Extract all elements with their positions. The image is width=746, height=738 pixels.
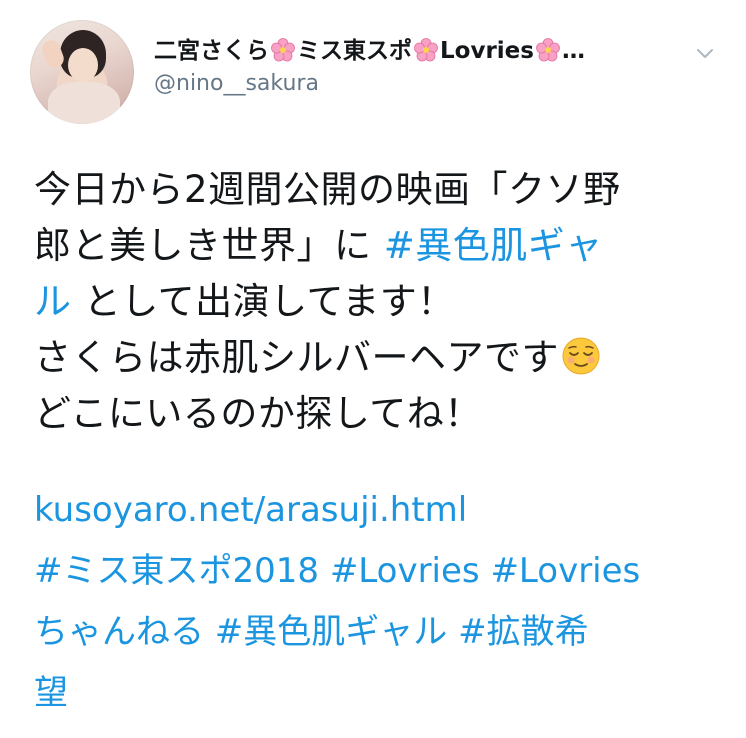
cherry-blossom-icon [271,38,295,62]
relieved-face-icon [562,337,600,375]
tweet-links: kusoyaro.net/arasuji.html #ミス東スポ2018 #Lo… [34,480,724,724]
tweet-card: 二宮さくら ミス東スポ Lovries … @nino__sakura 今日から… [0,0,746,738]
chevron-down-icon[interactable] [694,42,716,64]
cherry-blossom-icon [536,38,560,62]
display-name-part-3: Lovries [440,38,534,64]
tweet-header: 二宮さくら ミス東スポ Lovries … @nino__sakura [30,20,720,130]
hashtag-link[interactable]: #異色肌ギャ [384,224,603,267]
display-name-part-2: ミス東スポ [297,38,412,64]
tweet-text-segment: として出演してます！ [71,280,455,323]
tweet-text-segment: 今日から2週間公開の映画「クソ野 [34,168,621,211]
tweet-line: ル として出演してます！ [34,274,724,330]
hashtag-link[interactable]: ル [34,280,72,323]
display-name-part-1: 二宮さくら [154,38,269,64]
tweet-line: 今日から2週間公開の映画「クソ野 [34,162,724,218]
tweet-line: 郎と美しき世界」に #異色肌ギャ [34,218,724,274]
avatar-face-shape [68,48,98,82]
user-handle[interactable]: @nino__sakura [154,68,694,100]
tweet-text: 今日から2週間公開の映画「クソ野 郎と美しき世界」に #異色肌ギャ ル として出… [34,162,724,442]
avatar-body-shape [48,82,120,124]
url-link[interactable]: kusoyaro.net/arasuji.html [34,480,724,541]
tweet-line: どこにいるのか探してね！ [34,386,724,442]
tweet-text-segment: 郎と美しき世界」に [34,224,384,267]
tweet-text-segment: どこにいるのか探してね！ [34,392,482,435]
display-name[interactable]: 二宮さくら ミス東スポ Lovries … [154,34,694,68]
tweet-text-segment: さくらは赤肌シルバーヘアです [34,336,559,379]
cherry-blossom-icon [414,38,438,62]
tweet-line: さくらは赤肌シルバーヘアです [34,330,724,386]
hashtag-line[interactable]: ちゃんねる #異色肌ギャル #拡散希 [34,602,724,663]
hashtag-line[interactable]: 望 [34,663,724,724]
display-name-ellipsis: … [561,38,585,64]
avatar[interactable] [30,20,134,124]
hashtag-line[interactable]: #ミス東スポ2018 #Lovries #Lovries [34,541,724,602]
user-names[interactable]: 二宮さくら ミス東スポ Lovries … @nino__sakura [154,34,694,100]
